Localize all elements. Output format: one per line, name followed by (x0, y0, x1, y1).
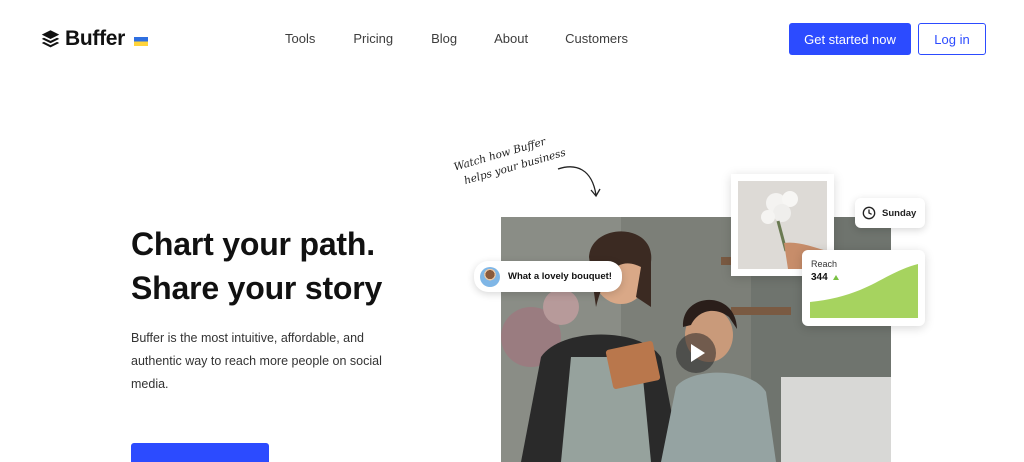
watch-video-caption: Watch how Buffer helps your business (452, 129, 568, 190)
play-icon (691, 344, 705, 362)
play-button[interactable] (676, 333, 716, 373)
clock-icon (862, 206, 876, 220)
schedule-day-label: Sunday (882, 207, 917, 219)
ukraine-flag-icon (134, 37, 149, 46)
nav-link-about[interactable]: About (494, 31, 528, 46)
nav-link-customers[interactable]: Customers (565, 31, 628, 46)
nav-link-blog[interactable]: Blog (431, 31, 457, 46)
reach-area-sparkline (810, 264, 918, 318)
reach-stat-card: Reach 344 (802, 250, 925, 326)
buffer-stack-icon (41, 30, 60, 48)
get-started-button[interactable]: Get started now (789, 23, 911, 55)
hero-title-line1: Chart your path. (131, 226, 375, 262)
schedule-day-chip: Sunday (855, 198, 925, 228)
hero-title-line2: Share your story (131, 270, 383, 306)
hero-title: Chart your path. Share your story (131, 222, 382, 310)
comment-text: What a lovely bouquet! (508, 271, 612, 282)
hero-cta-button[interactable] (131, 443, 269, 462)
nav-link-pricing[interactable]: Pricing (353, 31, 393, 46)
login-button[interactable]: Log in (918, 23, 986, 55)
comment-bubble: What a lovely bouquet! (474, 261, 622, 292)
curved-arrow-icon (557, 166, 601, 198)
nav-link-tools[interactable]: Tools (285, 31, 315, 46)
main-menu: Tools Pricing Blog About Customers (285, 31, 628, 46)
buffer-logo[interactable]: Buffer (40, 27, 149, 51)
top-navigation: Buffer Tools Pricing Blog About Customer… (0, 0, 1024, 78)
brand-name: Buffer (65, 27, 126, 50)
hero-description: Buffer is the most intuitive, affordable… (131, 331, 382, 391)
avatar (480, 266, 500, 287)
